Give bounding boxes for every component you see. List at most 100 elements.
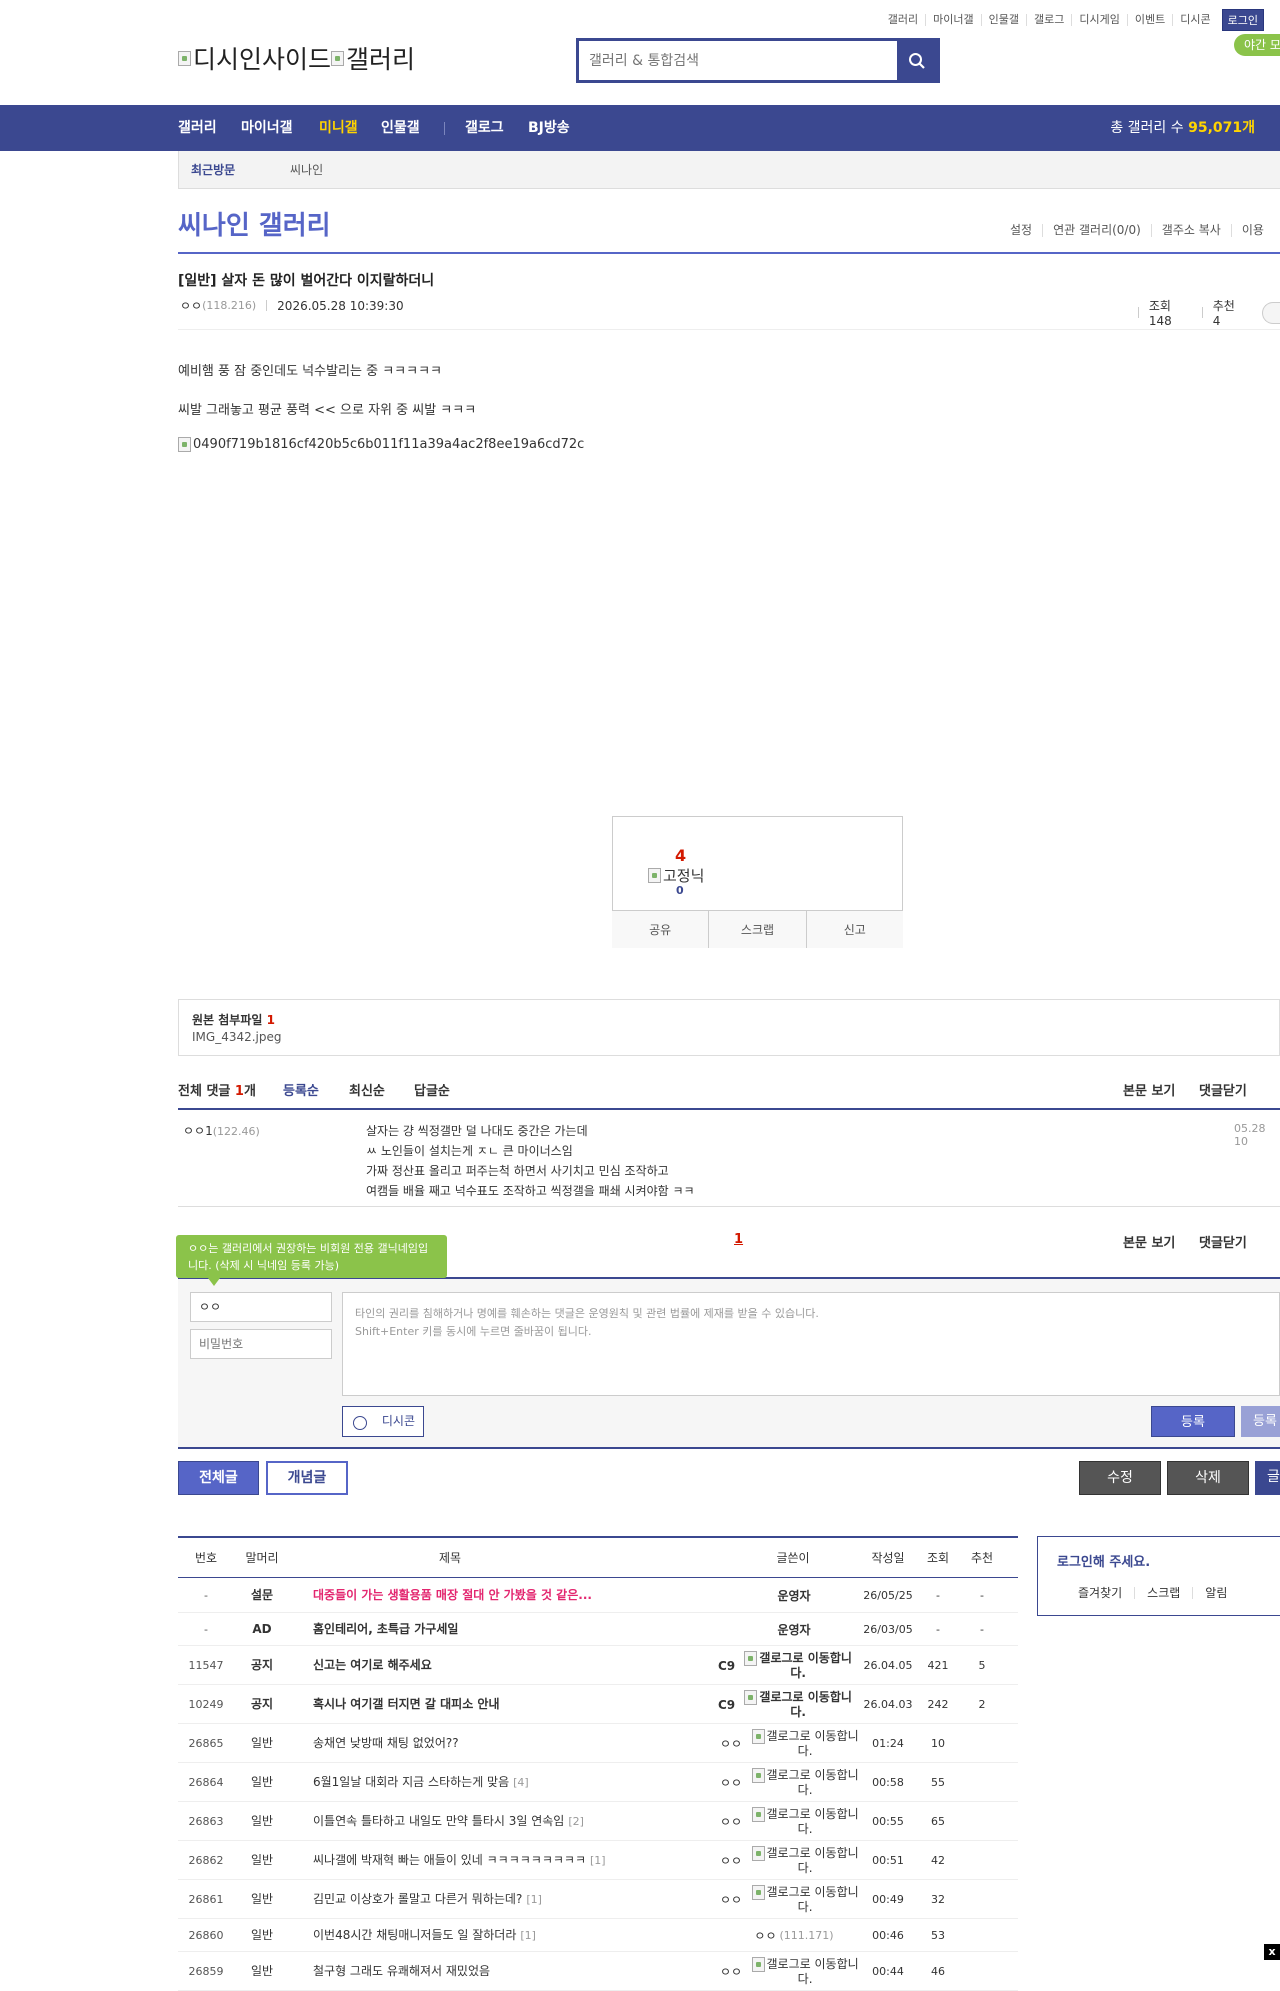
nav-gallery[interactable]: 갤러리 — [178, 105, 217, 151]
search-input[interactable] — [579, 41, 897, 80]
comment-count[interactable]: [4] — [513, 1776, 529, 1789]
close-icon[interactable]: x — [1264, 1944, 1280, 1960]
comment-count[interactable]: [2] — [568, 1815, 584, 1828]
write-button[interactable]: 글 — [1255, 1461, 1280, 1495]
nav-person[interactable]: 인물갤 — [381, 105, 420, 151]
top-link-person[interactable]: 인물갤 — [980, 14, 1026, 26]
sort-registered[interactable]: 등록순 — [283, 1080, 319, 1099]
scrap-link[interactable]: 스크랩 — [1134, 1587, 1192, 1599]
table-row[interactable]: 26862 일반 씨나갤에 박재혁 빠는 애들이 있네 ㅋㅋㅋㅋㅋㅋㅋㅋㅋ [1] ㅇㅇ… — [178, 1841, 1018, 1880]
post-subject-link[interactable]: 이번48시간 채팅매니저들도 일 잘하더라 [1] — [313, 1919, 713, 1952]
login-message[interactable]: 로그인해 주세요. — [1057, 1551, 1150, 1570]
gallery-title[interactable]: 씨나인 갤러리 — [178, 205, 331, 242]
delete-button[interactable]: 삭제 — [1167, 1461, 1249, 1495]
edit-button[interactable]: 수정 — [1079, 1461, 1161, 1495]
nav-bj[interactable]: BJ방송 — [528, 105, 570, 151]
report-button[interactable]: 신고 — [805, 911, 903, 948]
recent-visit-label[interactable]: 최근방문 — [191, 151, 235, 189]
copy-address-link[interactable]: 갤주소 복사 — [1150, 224, 1231, 237]
submit-comment-button[interactable]: 등록 — [1151, 1406, 1235, 1437]
night-mode-toggle[interactable]: 야간 모 — [1234, 34, 1280, 56]
table-row[interactable]: 10249 공지 혹시나 여기갤 터지면 갈 대피소 안내 C9 갤로그로 이동합니다.… — [178, 1685, 1018, 1724]
login-button[interactable]: 로그인 — [1221, 9, 1264, 31]
top-link-dccon[interactable]: 디시콘 — [1172, 14, 1217, 26]
gallog-link[interactable]: 갤로그로 이동합니다. — [745, 1845, 865, 1876]
related-gallery-link[interactable]: 연관 갤러리(0/0) — [1042, 224, 1151, 237]
post-writer[interactable]: C9 갤로그로 이동합니다. — [718, 1646, 868, 1685]
post-subject-link[interactable]: 홈인테리어, 초특급 가구세일 — [313, 1613, 713, 1646]
recommend-button[interactable]: 고정닉 — [648, 865, 704, 886]
site-logo[interactable]: 디시인사이드 갤러리 — [178, 40, 415, 76]
nav-gallog[interactable]: 갤로그 — [465, 105, 504, 151]
post-writer[interactable]: 운영자 — [728, 1613, 860, 1646]
post-writer[interactable]: ㅇㅇ 갤로그로 이동합니다. — [720, 1841, 870, 1880]
favorites-link[interactable]: 즐겨찾기 — [1066, 1587, 1134, 1599]
post-writer[interactable]: ㅇㅇ (111.171) — [728, 1919, 860, 1952]
table-row[interactable]: 26859 일반 철구형 그래도 유쾌해져서 재밌었음 ㅇㅇ 갤로그로 이동합니다. 00… — [178, 1952, 1018, 1991]
comment-page-1[interactable]: 1 — [734, 1232, 743, 1247]
post-writer[interactable]: ㅇㅇ 갤로그로 이동합니다. — [720, 1763, 870, 1802]
table-row[interactable]: - 설문 대중들이 가는 생활용품 매장 절대 안 가봤을 것 같은... 운영자 26… — [178, 1578, 1018, 1613]
post-subject-link[interactable]: 6월1일날 대회라 지금 스타하는게 맞음 [4] — [313, 1763, 713, 1802]
post-subject-link[interactable]: 신고는 여기로 해주세요 — [313, 1646, 713, 1685]
table-row[interactable]: 26860 일반 이번48시간 채팅매니저들도 일 잘하더라 [1] ㅇㅇ (111.17… — [178, 1919, 1018, 1952]
share-circle-button[interactable] — [1262, 301, 1280, 324]
view-post-link[interactable]: 본문 보기 — [1123, 1232, 1175, 1251]
comment-count[interactable]: [1] — [520, 1929, 536, 1942]
gallog-link[interactable]: 갤로그로 이동합니다. — [745, 1767, 865, 1798]
all-posts-button[interactable]: 전체글 — [178, 1461, 259, 1495]
post-writer[interactable]: 운영자 — [728, 1578, 860, 1613]
submit-recommend-button[interactable]: 등록 — [1241, 1406, 1280, 1437]
gallog-link[interactable]: 갤로그로 이동합니다. — [745, 1728, 865, 1759]
comment-count[interactable]: [1] — [526, 1893, 542, 1906]
table-row[interactable]: 26864 일반 6월1일날 대회라 지금 스타하는게 맞음 [4] ㅇㅇ 갤로그로 이동… — [178, 1763, 1018, 1802]
nav-mini[interactable]: 미니갤 — [319, 105, 358, 151]
sort-latest[interactable]: 최신순 — [349, 1080, 385, 1099]
gallog-link[interactable]: 갤로그로 이동합니다. — [738, 1689, 858, 1720]
top-link-dcgame[interactable]: 디시게임 — [1071, 14, 1126, 26]
password-field[interactable] — [190, 1329, 332, 1359]
post-image[interactable]: 0490f719b1816cf420b5c6b011f11a39a4ac2f8e… — [178, 437, 584, 452]
nickname-field[interactable]: ㅇㅇ — [190, 1292, 332, 1322]
post-subject-link[interactable]: 김민교 이상호가 롤말고 다른거 뭐하는데? [1] — [313, 1880, 713, 1919]
gallog-link[interactable]: 갤로그로 이동합니다. — [745, 1956, 865, 1987]
gallog-link[interactable]: 갤로그로 이동합니다. — [738, 1650, 858, 1681]
post-subject-link[interactable]: 이틀연속 틀타하고 내일도 만약 틀타시 3일 연속임 [2] — [313, 1802, 713, 1841]
sort-reply[interactable]: 답글순 — [414, 1080, 450, 1099]
table-row[interactable]: 11547 공지 신고는 여기로 해주세요 C9 갤로그로 이동합니다. 26.04.05… — [178, 1646, 1018, 1685]
comment-count[interactable]: [1] — [590, 1854, 606, 1867]
post-writer[interactable]: ㅇㅇ 갤로그로 이동합니다. — [720, 1802, 870, 1841]
post-subject-link[interactable]: 철구형 그래도 유쾌해져서 재밌었음 — [313, 1952, 713, 1991]
post-subject-link[interactable]: 대중들이 가는 생활용품 매장 절대 안 가봤을 것 같은... — [313, 1578, 713, 1613]
top-link-minor[interactable]: 마이너갤 — [925, 14, 980, 26]
post-writer[interactable]: ㅇㅇ 갤로그로 이동합니다. — [720, 1724, 870, 1763]
gallog-link[interactable]: 갤로그로 이동합니다. — [745, 1806, 865, 1837]
comment-author[interactable]: ㅇㅇ1(122.46) — [183, 1122, 260, 1139]
table-row[interactable]: 26861 일반 김민교 이상호가 롤말고 다른거 뭐하는데? [1] ㅇㅇ 갤로그로 이… — [178, 1880, 1018, 1919]
attachment-file[interactable]: IMG_4342.jpeg — [192, 1030, 282, 1044]
search-button[interactable] — [897, 41, 937, 80]
scrap-button[interactable]: 스크랩 — [708, 911, 806, 948]
concept-posts-button[interactable]: 개념글 — [266, 1461, 348, 1495]
nav-minor[interactable]: 마이너갤 — [241, 105, 293, 151]
recent-visit-item[interactable]: 씨나인 — [290, 151, 323, 189]
post-writer[interactable]: ㅇㅇ 갤로그로 이동합니다. — [720, 1880, 870, 1919]
top-link-event[interactable]: 이벤트 — [1126, 14, 1172, 26]
post-writer[interactable]: C9 갤로그로 이동합니다. — [718, 1685, 868, 1724]
comment-textarea[interactable]: 타인의 권리를 침해하거나 명예를 훼손하는 댓글은 운영원칙 및 관련 법률에… — [342, 1292, 1280, 1396]
post-writer[interactable]: ㅇㅇ 갤로그로 이동합니다. — [720, 1952, 870, 1991]
notification-link[interactable]: 알림 — [1192, 1587, 1239, 1599]
post-subject-link[interactable]: 씨나갤에 박재혁 빠는 애들이 있네 ㅋㅋㅋㅋㅋㅋㅋㅋㅋ [1] — [313, 1841, 713, 1880]
table-row[interactable]: - AD 홈인테리어, 초특급 가구세일 운영자 26/03/05 - - — [178, 1613, 1018, 1646]
gallery-settings-link[interactable]: 설정 — [1000, 224, 1042, 237]
gallog-link[interactable]: 갤로그로 이동합니다. — [745, 1884, 865, 1915]
close-comments-link[interactable]: 댓글닫기 — [1199, 1080, 1247, 1099]
top-link-gallery[interactable]: 갤러리 — [881, 14, 925, 26]
post-author[interactable]: ㅇㅇ — [180, 297, 202, 314]
close-comments-link[interactable]: 댓글닫기 — [1199, 1232, 1247, 1251]
share-button[interactable]: 공유 — [612, 911, 709, 948]
view-post-link[interactable]: 본문 보기 — [1123, 1080, 1175, 1099]
usage-link[interactable]: 이용 — [1230, 224, 1274, 237]
post-subject-link[interactable]: 혹시나 여기갤 터지면 갈 대피소 안내 — [313, 1685, 713, 1724]
top-link-gallog[interactable]: 갤로그 — [1026, 14, 1071, 26]
